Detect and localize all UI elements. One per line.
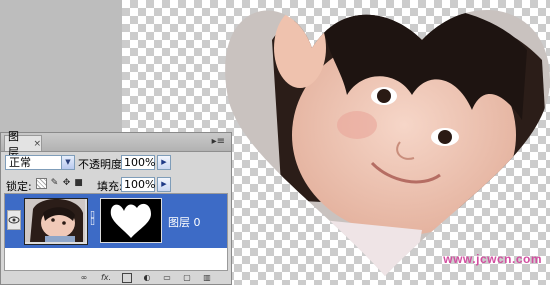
lock-transparency-icon[interactable]	[36, 178, 47, 189]
lock-label: 锁定:	[6, 180, 32, 193]
close-icon[interactable]: ×	[33, 139, 41, 149]
layer-thumbnail[interactable]	[24, 198, 88, 245]
panel-menu-icon[interactable]: ▸≡	[212, 136, 225, 147]
lock-pixels-brush-icon[interactable]: ✎	[49, 178, 60, 189]
opacity-input[interactable]: 100%	[121, 155, 155, 170]
add-mask-icon[interactable]	[122, 273, 132, 283]
opacity-label: 不透明度:	[78, 158, 126, 171]
watermark-logo: www.jcwcn.com	[420, 224, 548, 274]
layer-name: 图层 0	[168, 216, 201, 229]
link-layers-icon[interactable]: ∞	[79, 273, 89, 283]
layer-mask-thumbnail[interactable]	[100, 198, 162, 243]
group-folder-icon[interactable]: ▭	[162, 273, 172, 283]
new-layer-icon[interactable]: ▢	[182, 273, 192, 283]
chain-link-icon[interactable]: ▯ ▯	[90, 211, 96, 227]
blend-mode-select[interactable]: 正常 ▼	[5, 155, 75, 170]
layer-list: ▯ ▯ 图层 0	[4, 193, 228, 271]
chevron-down-icon[interactable]: ▼	[61, 156, 74, 169]
panel-tabbar: 图层 × ▸≡	[1, 130, 231, 159]
opacity-slider-arrow-icon[interactable]: ▶	[157, 155, 171, 170]
adjustment-layer-icon[interactable]: ◐	[142, 273, 152, 283]
eye-icon[interactable]	[7, 210, 21, 230]
fill-label: 填充:	[97, 180, 123, 193]
fx-icon[interactable]: fx.	[99, 273, 113, 283]
fill-slider-arrow-icon[interactable]: ▶	[157, 177, 171, 192]
lock-all-padlock-icon[interactable]: ■	[73, 178, 84, 189]
blend-mode-value: 正常	[9, 156, 31, 169]
tab-layers[interactable]: 图层 ×	[4, 130, 42, 159]
lock-position-move-icon[interactable]: ✥	[61, 178, 72, 189]
lock-row: 锁定: ✎ ✥ ■ 填充: 100% ▶	[5, 177, 231, 194]
fill-input[interactable]: 100%	[121, 177, 155, 192]
panel-bottom-toolbar: ∞ fx. ◐ ▭ ▢ ▥	[1, 272, 231, 285]
layer-row[interactable]: ▯ ▯ 图层 0	[5, 194, 227, 248]
layers-panel: 图层 × ▸≡ 正常 ▼ 不透明度: 100% ▶ 锁定: ✎ ✥ ■ 填充: …	[0, 130, 232, 285]
blend-row: 正常 ▼ 不透明度: 100% ▶	[5, 155, 231, 172]
watermark-url: www.jcwcn.com	[443, 252, 542, 266]
trash-icon[interactable]: ▥	[202, 273, 212, 283]
